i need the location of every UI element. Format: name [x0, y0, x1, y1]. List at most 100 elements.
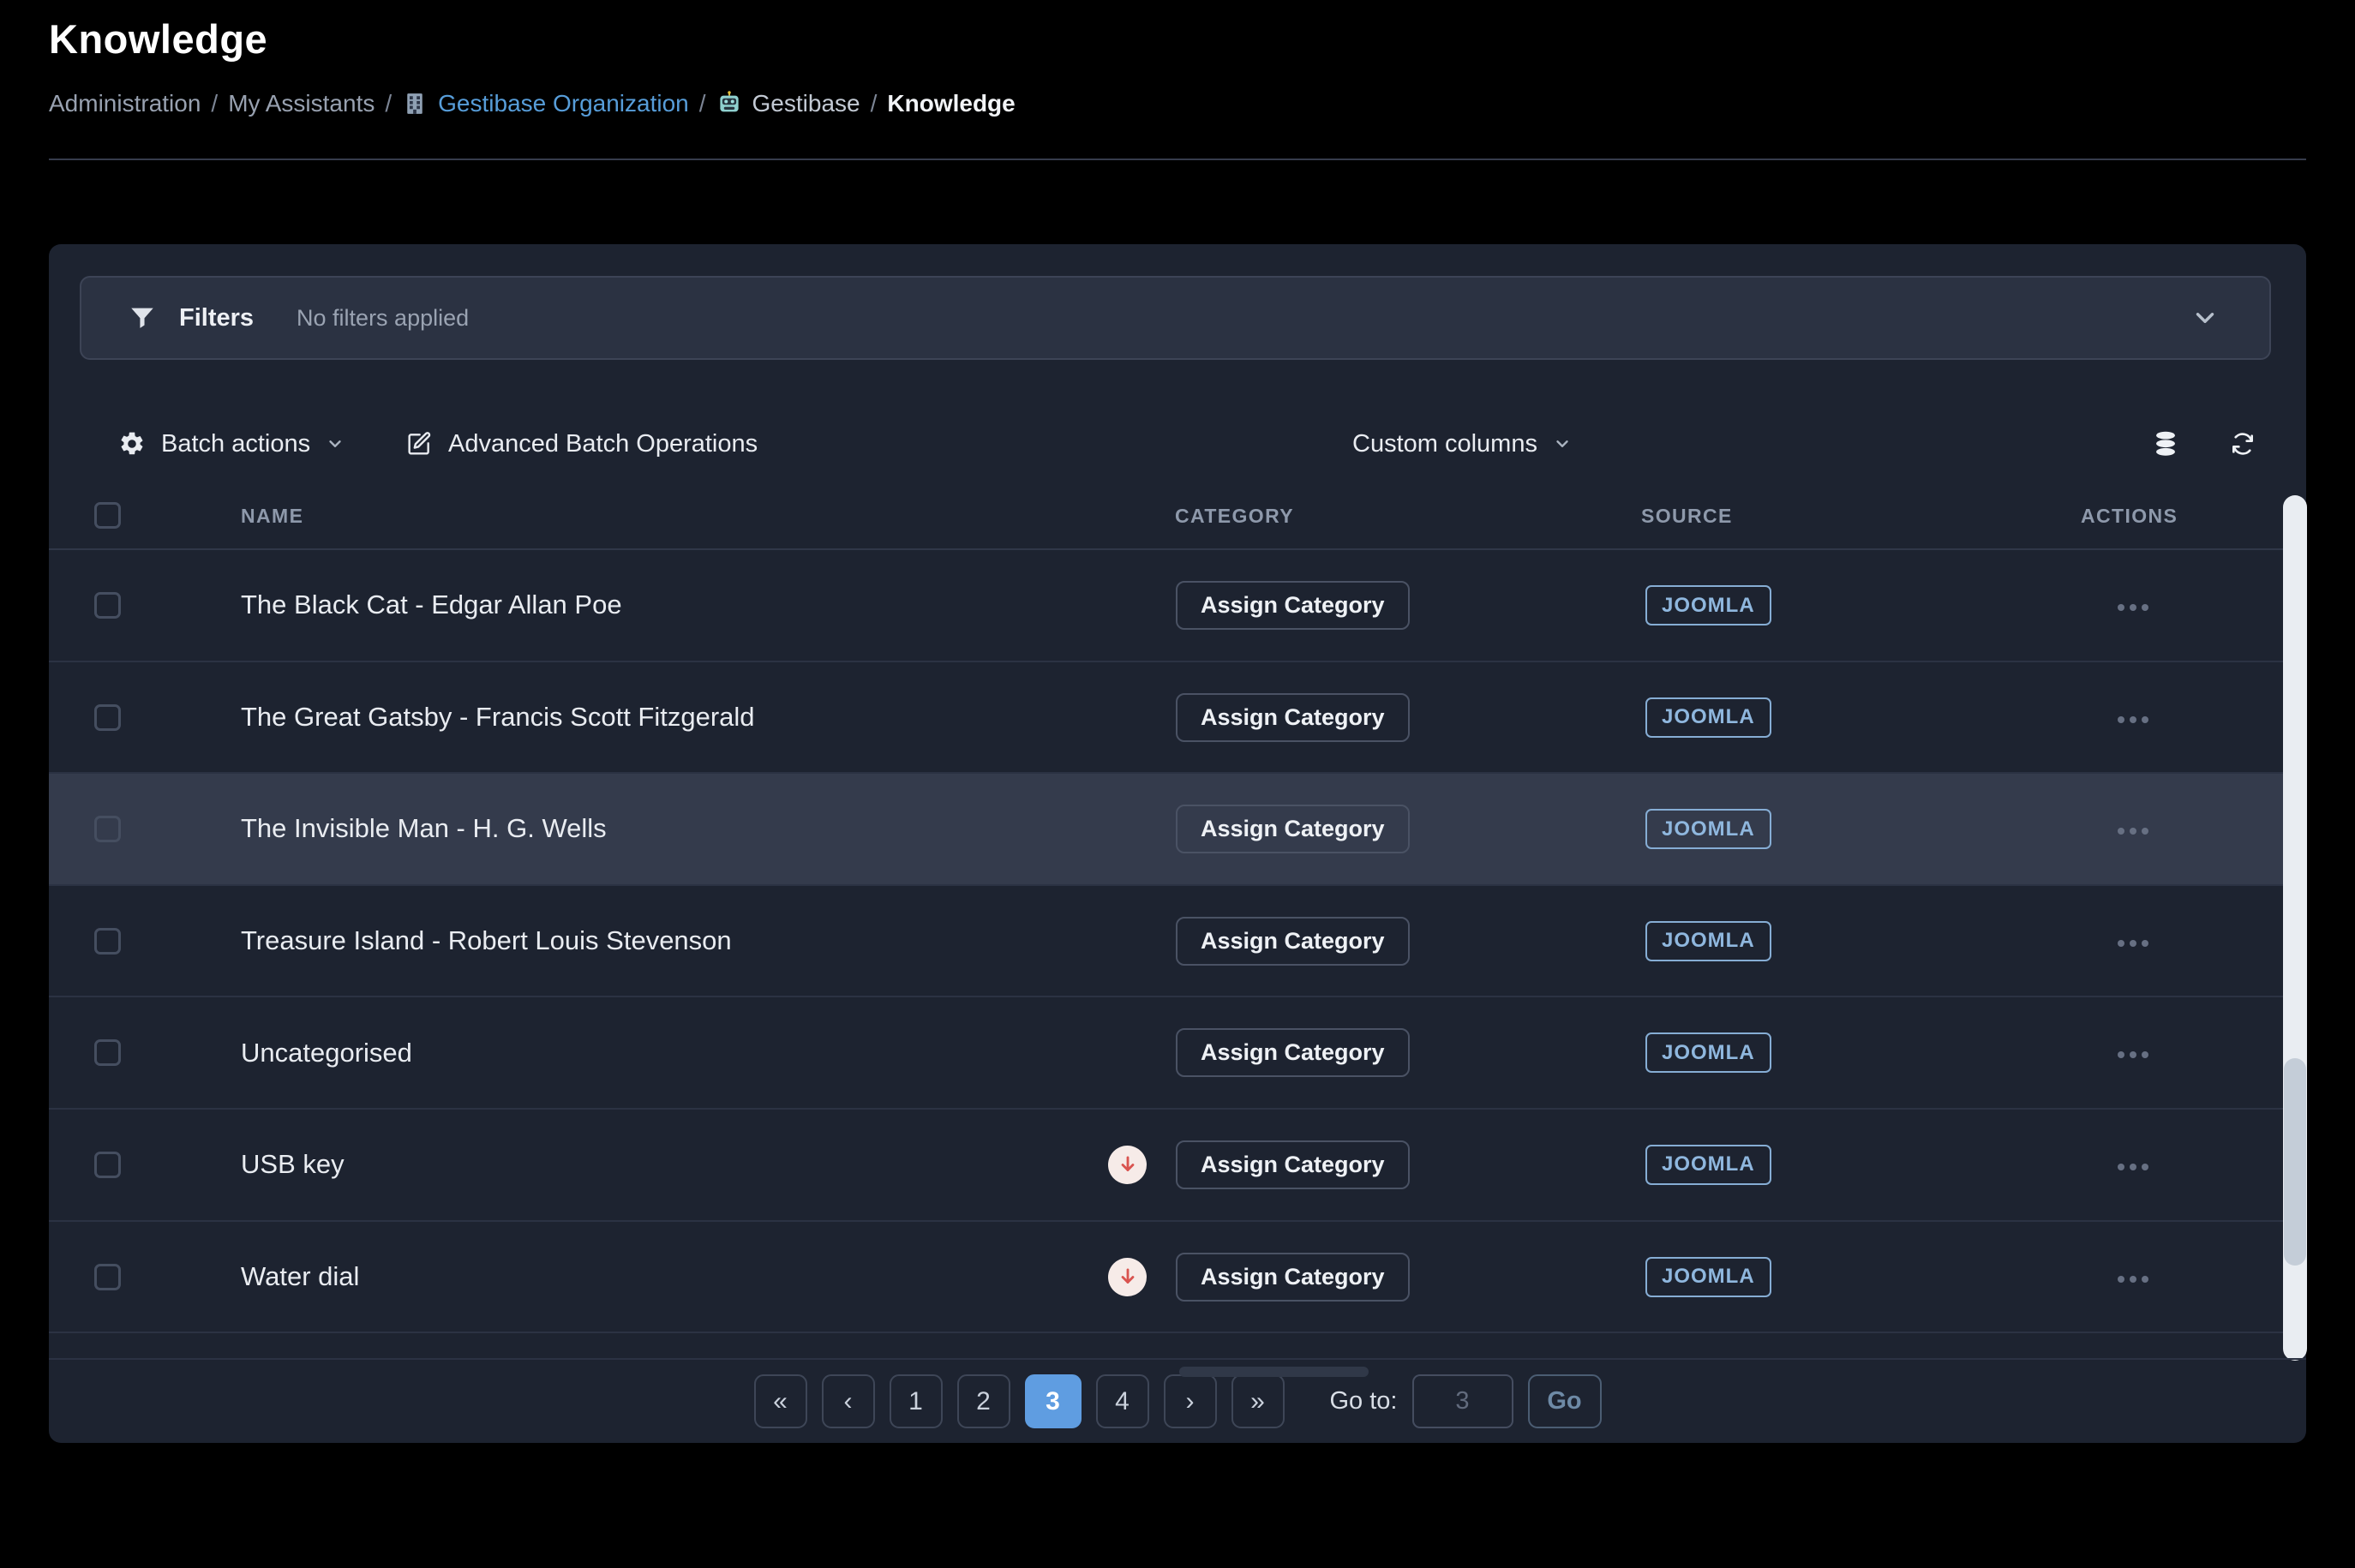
source-badge: JOOMLA [1645, 585, 1771, 625]
table-row: Treasure Island - Robert Louis Stevenson… [49, 886, 2306, 998]
assign-category-button[interactable]: Assign Category [1176, 805, 1410, 853]
advanced-batch-operations-label: Advanced Batch Operations [448, 430, 758, 458]
batch-actions-label: Batch actions [161, 430, 310, 458]
funnel-icon [128, 303, 157, 332]
goto-page-label: Go to: [1330, 1387, 1398, 1415]
source-badge: JOOMLA [1645, 1257, 1771, 1297]
last-page-button[interactable]: » [1231, 1374, 1285, 1428]
filters-label: Filters [179, 304, 254, 332]
knowledge-table: NAME CATEGORY SOURCE ACTIONS The Black C… [49, 493, 2306, 1358]
row-actions-button[interactable] [2112, 823, 2154, 840]
goto-page-input[interactable] [1412, 1374, 1513, 1428]
column-header-actions: ACTIONS [2081, 505, 2178, 528]
source-badge: JOOMLA [1645, 1145, 1771, 1185]
table-row: Water dial Assign Category JOOMLA [49, 1222, 2306, 1334]
custom-columns-dropdown[interactable]: Custom columns [1352, 405, 1572, 482]
prev-page-button[interactable]: ‹ [822, 1374, 875, 1428]
knowledge-item-name: Water dial [241, 1222, 359, 1332]
breadcrumb-separator: / [871, 90, 878, 117]
breadcrumb-separator: / [385, 90, 392, 117]
breadcrumb-item-administration[interactable]: Administration [49, 90, 201, 117]
source-badge: JOOMLA [1645, 809, 1771, 849]
assign-category-button[interactable]: Assign Category [1176, 581, 1410, 630]
page-button-1[interactable]: 1 [890, 1374, 943, 1428]
page-title: Knowledge [49, 15, 1016, 63]
toolbar-right-icons [2152, 405, 2256, 482]
chevron-down-icon [326, 434, 345, 453]
table-row: The Invisible Man - H. G. Wells Assign C… [49, 774, 2306, 886]
breadcrumb-separator: / [211, 90, 218, 117]
table-row: USB key Assign Category JOOMLA [49, 1110, 2306, 1222]
next-page-button[interactable]: › [1164, 1374, 1217, 1428]
source-badge: JOOMLA [1645, 1032, 1771, 1073]
vertical-scrollbar[interactable] [2283, 495, 2307, 1361]
row-checkbox[interactable] [94, 1152, 121, 1178]
custom-columns-label: Custom columns [1352, 430, 1537, 458]
filters-status: No filters applied [297, 305, 469, 332]
gear-icon [118, 430, 146, 458]
page-button-2[interactable]: 2 [957, 1374, 1010, 1428]
assign-category-button[interactable]: Assign Category [1176, 1028, 1410, 1077]
breadcrumb-separator: / [699, 90, 706, 117]
knowledge-item-name: Treasure Island - Robert Louis Stevenson [241, 886, 732, 996]
knowledge-item-name: Uncategorised [241, 997, 412, 1108]
column-header-source[interactable]: SOURCE [1641, 505, 1733, 528]
select-all-checkbox[interactable] [94, 502, 121, 529]
column-header-name[interactable]: NAME [241, 505, 303, 528]
pagination-bar: « ‹ 1 2 3 4 › » Go to: Go [49, 1358, 2306, 1443]
horizontal-scrollbar-thumb[interactable] [1179, 1367, 1369, 1377]
row-actions-button[interactable] [2112, 1271, 2154, 1288]
knowledge-panel: Filters No filters applied Batch actions… [49, 244, 2306, 1443]
page-button-3-active[interactable]: 3 [1025, 1374, 1082, 1428]
advanced-batch-operations-button[interactable]: Advanced Batch Operations [405, 405, 758, 482]
row-actions-button[interactable] [2112, 1158, 2154, 1176]
batch-actions-dropdown[interactable]: Batch actions [118, 405, 345, 482]
building-icon [402, 91, 428, 117]
row-actions-button[interactable] [2112, 711, 2154, 728]
database-icon[interactable] [2152, 430, 2179, 458]
row-checkbox[interactable] [94, 928, 121, 955]
breadcrumb-current-knowledge: Knowledge [887, 90, 1015, 117]
table-row: The Black Cat - Edgar Allan Poe Assign C… [49, 550, 2306, 662]
first-page-button[interactable]: « [754, 1374, 807, 1428]
knowledge-item-name: The Great Gatsby - Francis Scott Fitzger… [241, 662, 755, 773]
table-body: The Black Cat - Edgar Allan Poe Assign C… [49, 550, 2306, 1333]
row-checkbox[interactable] [94, 1039, 121, 1066]
knowledge-item-name: The Invisible Man - H. G. Wells [241, 774, 607, 884]
assign-category-button[interactable]: Assign Category [1176, 1253, 1410, 1302]
go-button[interactable]: Go [1528, 1374, 1602, 1428]
row-checkbox[interactable] [94, 1264, 121, 1290]
vertical-scrollbar-thumb[interactable] [2284, 1058, 2306, 1266]
breadcrumb: Administration / My Assistants / Gestiba… [49, 90, 1016, 117]
assign-category-button[interactable]: Assign Category [1176, 1140, 1410, 1189]
breadcrumb-item-my-assistants[interactable]: My Assistants [228, 90, 375, 117]
robot-icon [716, 91, 742, 117]
source-badge: JOOMLA [1645, 921, 1771, 961]
refresh-icon[interactable] [2229, 430, 2256, 458]
page-button-4[interactable]: 4 [1096, 1374, 1149, 1428]
breadcrumb-link-gestibase-organization[interactable]: Gestibase Organization [438, 90, 689, 117]
table-row: The Great Gatsby - Francis Scott Fitzger… [49, 662, 2306, 775]
edit-square-icon [405, 430, 433, 458]
header-divider [49, 159, 2306, 160]
row-checkbox[interactable] [94, 704, 121, 731]
row-checkbox[interactable] [94, 592, 121, 619]
column-header-category[interactable]: CATEGORY [1175, 505, 1294, 528]
row-actions-button[interactable] [2112, 1046, 2154, 1063]
red-down-arrow-icon [1108, 1258, 1147, 1296]
row-actions-button[interactable] [2112, 935, 2154, 952]
assign-category-button[interactable]: Assign Category [1176, 693, 1410, 742]
red-down-arrow-icon [1108, 1146, 1147, 1184]
row-actions-button[interactable] [2112, 599, 2154, 616]
assign-category-button[interactable]: Assign Category [1176, 917, 1410, 966]
chevron-down-icon [1553, 434, 1572, 453]
row-checkbox[interactable] [94, 816, 121, 842]
table-toolbar: Batch actions Advanced Batch Operations … [49, 405, 2306, 482]
chevron-down-icon[interactable] [2190, 303, 2220, 332]
source-badge: JOOMLA [1645, 697, 1771, 738]
page-header: Knowledge Administration / My Assistants… [49, 15, 1016, 117]
knowledge-item-name: USB key [241, 1110, 345, 1220]
breadcrumb-item-gestibase[interactable]: Gestibase [752, 90, 860, 117]
filters-bar[interactable]: Filters No filters applied [80, 276, 2271, 360]
partial-next-row [49, 1333, 2306, 1358]
